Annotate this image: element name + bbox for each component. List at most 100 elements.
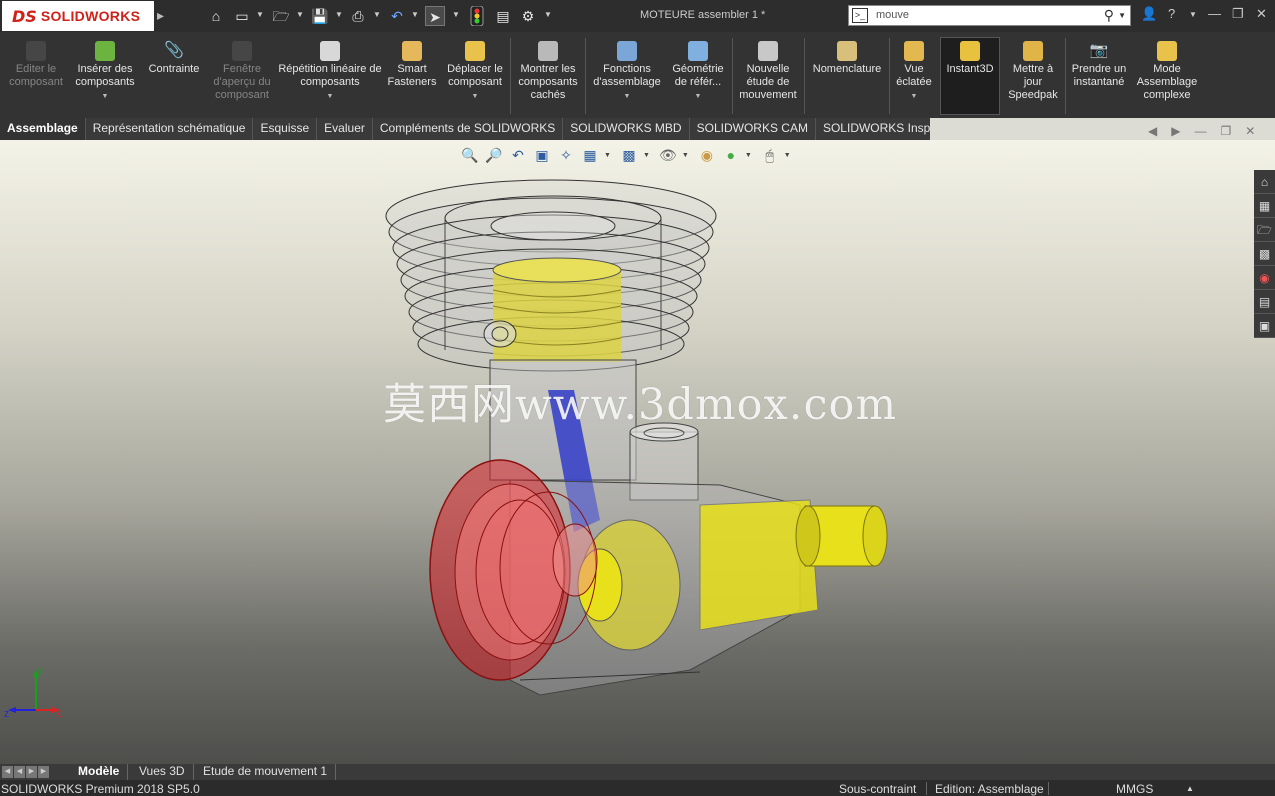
move-component-button[interactable]: Déplacer le composant ▼ xyxy=(442,38,508,103)
tab-addins[interactable]: Compléments de SOLIDWORKS xyxy=(373,118,564,140)
first-tab-icon[interactable]: ◀ xyxy=(2,766,13,778)
previous-view-icon[interactable]: ↶ xyxy=(508,145,528,165)
assembly-features-button[interactable]: Fonctions d'assemblage ▼ xyxy=(589,38,665,103)
command-prompt-icon[interactable]: >_ xyxy=(852,8,868,23)
viewport-previous-icon[interactable]: ◀ xyxy=(1148,124,1157,138)
tab-assembly[interactable]: Assemblage xyxy=(0,118,86,140)
view-orientation-icon[interactable]: ▦ xyxy=(580,145,600,165)
search-box[interactable]: >_ mouve ⚲ ▼ xyxy=(848,5,1131,26)
zoom-to-fit-icon[interactable]: 🔍 xyxy=(460,145,480,165)
rebuild-traffic-light-icon[interactable] xyxy=(467,5,487,27)
bill-of-materials-button[interactable]: Nomenclature xyxy=(808,38,886,76)
chevron-up-icon[interactable]: ▲ xyxy=(1186,784,1194,793)
tab-motion-study[interactable]: Etude de mouvement 1 xyxy=(195,764,337,780)
chevron-down-icon[interactable]: ▼ xyxy=(278,90,382,103)
chevron-down-icon[interactable]: ▼ xyxy=(589,90,665,103)
chevron-down-icon[interactable]: ▼ xyxy=(442,90,508,103)
restore-icon[interactable]: ❐ xyxy=(1232,6,1244,22)
reference-geometry-button[interactable]: Géométrie de référ... ▼ xyxy=(667,38,729,103)
chevron-down-icon[interactable]: ▼ xyxy=(256,10,264,19)
section-view-icon[interactable]: ▣ xyxy=(532,145,552,165)
solidworks-resources-icon[interactable]: ⌂ xyxy=(1254,170,1275,194)
tab-sketch[interactable]: Esquisse xyxy=(253,118,318,140)
chevron-down-icon[interactable]: ▼ xyxy=(452,10,460,19)
edit-component-label: Editer le composant xyxy=(9,63,63,88)
home-icon[interactable]: ⌂ xyxy=(206,6,226,26)
forum-icon[interactable]: ▣ xyxy=(1254,314,1275,338)
tab-mbd[interactable]: SOLIDWORKS MBD xyxy=(563,118,690,140)
tab-schematic[interactable]: Représentation schématique xyxy=(86,118,254,140)
search-input[interactable]: mouve xyxy=(876,9,909,21)
viewport-close-icon[interactable]: ✕ xyxy=(1245,124,1255,138)
exploded-view-button[interactable]: Vue éclatée ▼ xyxy=(893,38,935,103)
show-hidden-button[interactable]: Montrer les composants cachés xyxy=(514,38,582,102)
open-folder-icon[interactable]: 🗁 xyxy=(271,6,291,26)
close-icon[interactable]: ✕ xyxy=(1256,6,1267,22)
chevron-down-icon[interactable]: ▼ xyxy=(1189,10,1197,19)
gear-icon[interactable]: ⚙ xyxy=(518,6,538,26)
search-icon[interactable]: ⚲ xyxy=(1104,7,1114,24)
update-speedpak-button[interactable]: Mettre à jour Speedpak xyxy=(1004,38,1062,102)
hide-show-items-icon[interactable]: 👁 xyxy=(658,145,678,165)
chevron-down-icon[interactable]: ▼ xyxy=(544,10,552,19)
insert-components-button[interactable]: Insérer des composants ▼ xyxy=(70,38,140,103)
chevron-down-icon[interactable]: ▼ xyxy=(604,152,611,159)
design-library-icon[interactable]: ▦ xyxy=(1254,194,1275,218)
linear-pattern-button[interactable]: Répétition linéaire de composants ▼ xyxy=(278,38,382,103)
minimize-icon[interactable]: — xyxy=(1208,6,1221,21)
solidworks-logo[interactable]: DS SOLIDWORKS xyxy=(2,1,154,31)
chevron-down-icon[interactable]: ▼ xyxy=(335,10,343,19)
large-assembly-button[interactable]: Mode Assemblage complexe xyxy=(1132,38,1202,102)
chevron-down-icon[interactable]: ▼ xyxy=(1118,11,1126,20)
save-icon[interactable]: 💾 xyxy=(310,6,330,26)
chevron-down-icon[interactable]: ▼ xyxy=(893,90,935,103)
dynamic-annotation-icon[interactable]: ✧ xyxy=(556,145,576,165)
help-icon[interactable]: ? xyxy=(1168,6,1175,21)
mate-button[interactable]: 📎 Contrainte xyxy=(142,38,206,76)
viewport-minimize-icon[interactable]: — xyxy=(1194,124,1206,138)
chevron-down-icon[interactable]: ▼ xyxy=(643,152,650,159)
custom-properties-icon[interactable]: ▤ xyxy=(1254,290,1275,314)
tab-evaluate[interactable]: Evaluer xyxy=(317,118,373,140)
view-settings-icon[interactable]: 🖱 xyxy=(760,145,780,165)
chevron-down-icon[interactable]: ▼ xyxy=(373,10,381,19)
apply-scene-icon[interactable]: ● xyxy=(721,145,741,165)
view-palette-icon[interactable]: ▩ xyxy=(1254,242,1275,266)
chevron-down-icon[interactable]: ▼ xyxy=(667,90,729,103)
new-document-icon[interactable]: ▭ xyxy=(232,6,252,26)
chevron-down-icon[interactable]: ▼ xyxy=(411,10,419,19)
display-style-icon[interactable]: ▩ xyxy=(619,145,639,165)
tab-cam[interactable]: SOLIDWORKS CAM xyxy=(690,118,816,140)
next-tab-icon[interactable]: ▶ xyxy=(26,766,37,778)
chevron-down-icon[interactable]: ▼ xyxy=(784,152,791,159)
edit-component-button[interactable]: Editer le composant xyxy=(4,38,68,89)
viewport-next-icon[interactable]: ▶ xyxy=(1171,124,1180,138)
file-explorer-icon[interactable]: 🗁 xyxy=(1254,218,1275,242)
undo-icon[interactable]: ↶ xyxy=(387,6,407,26)
chevron-down-icon[interactable]: ▼ xyxy=(296,10,304,19)
unit-system[interactable]: MMGS xyxy=(1116,782,1153,796)
smart-fasteners-button[interactable]: Smart Fasteners xyxy=(384,38,440,89)
last-tab-icon[interactable]: ▶ xyxy=(38,766,49,778)
tab-model[interactable]: Modèle xyxy=(70,764,129,780)
select-cursor-icon[interactable]: ➤ xyxy=(425,6,445,26)
chevron-down-icon[interactable]: ▼ xyxy=(745,152,752,159)
zoom-to-area-icon[interactable]: 🔎 xyxy=(484,145,504,165)
edit-appearance-icon[interactable]: ◉ xyxy=(697,145,717,165)
component-preview-button[interactable]: Fenêtre d'aperçu du composant xyxy=(208,38,276,102)
instant3d-button[interactable]: Instant3D xyxy=(940,37,1000,115)
appearances-icon[interactable]: ◉ xyxy=(1254,266,1275,290)
print-icon[interactable]: ⎙ xyxy=(348,6,368,26)
menu-expand-arrow-icon[interactable]: ▸ xyxy=(157,7,164,24)
new-motion-study-button[interactable]: Nouvelle étude de mouvement xyxy=(736,38,800,102)
engine-assembly-model[interactable] xyxy=(0,140,1275,764)
take-snapshot-button[interactable]: 📷 Prendre un instantané xyxy=(1068,38,1130,89)
file-properties-icon[interactable]: ▤ xyxy=(493,6,513,26)
previous-tab-icon[interactable]: ◀ xyxy=(14,766,25,778)
viewport-restore-icon[interactable]: ❐ xyxy=(1220,124,1231,138)
user-account-icon[interactable]: 👤 xyxy=(1141,6,1157,22)
chevron-down-icon[interactable]: ▼ xyxy=(70,90,140,103)
chevron-down-icon[interactable]: ▼ xyxy=(682,152,689,159)
graphics-viewport[interactable]: 🔍 🔎 ↶ ▣ ✧ ▦ ▼ ▩ ▼ 👁 ▼ ◉ ● ▼ 🖱 ▼ ⌂ ▦ 🗁 ▩ … xyxy=(0,140,1275,764)
tab-3d-views[interactable]: Vues 3D xyxy=(131,764,194,780)
